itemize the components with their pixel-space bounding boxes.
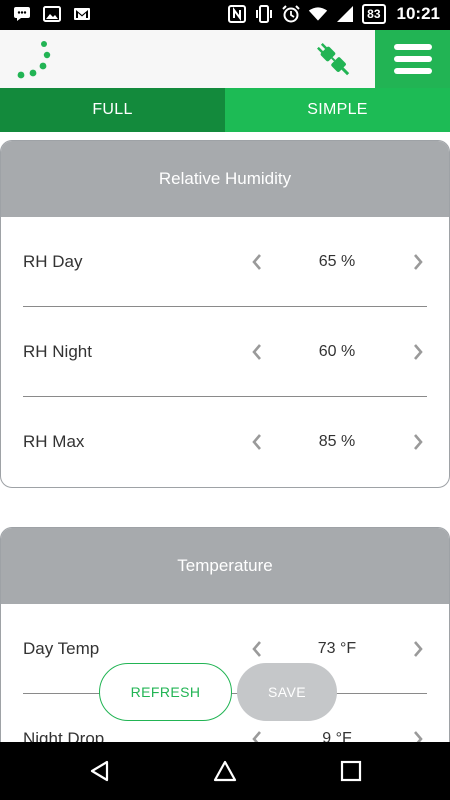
chevron-right-icon[interactable] — [406, 217, 430, 307]
setting-row-rh-night: RH Night 60 % — [1, 307, 449, 397]
wifi-icon — [308, 5, 328, 23]
setting-value: 65 % — [318, 253, 356, 270]
setting-label: RH Night — [23, 342, 92, 361]
chevron-left-icon[interactable] — [245, 397, 269, 487]
home-icon[interactable] — [213, 759, 237, 783]
system-nav-bar — [0, 742, 450, 800]
dots-logo-icon — [14, 36, 54, 82]
chat-notification-icon — [12, 5, 32, 23]
plug-connected-icon[interactable] — [314, 40, 354, 80]
chevron-left-icon[interactable] — [245, 307, 269, 397]
battery-indicator: 83 — [362, 4, 386, 24]
setting-label: RH Max — [23, 432, 85, 451]
refresh-button[interactable]: REFRESH — [99, 663, 232, 721]
clock: 10:21 — [396, 4, 440, 23]
chevron-right-icon[interactable] — [406, 604, 430, 694]
setting-value: 60 % — [318, 343, 356, 360]
tab-simple[interactable]: SIMPLE — [225, 88, 450, 132]
section-title: Relative Humidity — [1, 141, 449, 217]
status-bar: 83 10:21 — [0, 0, 450, 30]
nfc-icon — [227, 5, 247, 23]
setting-row-rh-max: RH Max 85 % — [1, 397, 449, 487]
hamburger-menu-icon[interactable] — [375, 30, 450, 88]
save-button[interactable]: SAVE — [237, 663, 337, 721]
mode-tabs: FULL SIMPLE — [0, 88, 450, 132]
chevron-right-icon[interactable] — [406, 307, 430, 397]
app-bar — [0, 30, 450, 88]
vibrate-icon — [254, 5, 274, 23]
relative-humidity-card: Relative Humidity RH Day 65 % RH Night 6… — [0, 140, 450, 488]
alarm-icon — [281, 5, 301, 23]
chevron-left-icon[interactable] — [245, 217, 269, 307]
gmail-icon — [72, 5, 92, 23]
tab-full[interactable]: FULL — [0, 88, 225, 132]
setting-value: 85 % — [318, 433, 356, 450]
section-title: Temperature — [1, 528, 449, 604]
recents-icon[interactable] — [339, 759, 363, 783]
signal-icon — [335, 5, 355, 23]
back-icon[interactable] — [88, 759, 112, 783]
image-notification-icon — [42, 5, 62, 23]
chevron-right-icon[interactable] — [406, 397, 430, 487]
setting-row-rh-day: RH Day 65 % — [1, 217, 449, 307]
setting-label: Day Temp — [23, 639, 100, 658]
setting-label: RH Day — [23, 252, 83, 271]
